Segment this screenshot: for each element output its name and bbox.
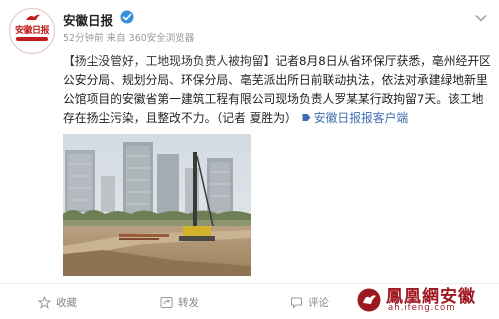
post-source: 来自 360安全浏览器 bbox=[106, 33, 195, 44]
post-hashtag[interactable]: 【扬尘没管好，工地现场负责人被拘留】 bbox=[63, 54, 275, 68]
comment-button[interactable]: 评论 bbox=[290, 294, 329, 310]
repost-icon bbox=[160, 296, 173, 308]
share-label: 转发 bbox=[178, 296, 199, 309]
ifeng-logo-icon bbox=[357, 288, 381, 312]
comment-icon bbox=[291, 297, 302, 309]
source-link[interactable]: 安徽日报报客户端 bbox=[314, 111, 408, 125]
avatar[interactable]: 安徽日报 bbox=[9, 8, 55, 54]
share-button[interactable]: 转发 bbox=[160, 294, 199, 310]
bird-logo-icon bbox=[26, 14, 40, 20]
favorite-label: 收藏 bbox=[56, 296, 77, 309]
post-body: 【扬尘没管好，工地现场负责人被拘留】记者8月8日从省环保厅获悉，亳州经开区公安分… bbox=[63, 52, 491, 128]
favorite-button[interactable]: 收藏 bbox=[38, 294, 77, 310]
comment-label: 评论 bbox=[308, 296, 329, 309]
chevron-down-icon[interactable] bbox=[475, 14, 487, 22]
avatar-logo-stripe bbox=[16, 37, 48, 41]
post-meta: 52分钟前 来自 360安全浏览器 bbox=[63, 30, 194, 44]
weibo-post: 安徽日报 安徽日报 52分钟前 来自 360安全浏览器 【扬尘没管好，工地现场负… bbox=[0, 0, 499, 319]
star-icon bbox=[38, 295, 51, 309]
post-photo[interactable] bbox=[63, 134, 251, 276]
link-icon bbox=[302, 114, 311, 121]
avatar-logo-text: 安徽日报 bbox=[14, 26, 50, 36]
verified-badge-icon bbox=[120, 10, 134, 24]
watermark-domain: ah.ifeng.com bbox=[388, 303, 456, 313]
account-name[interactable]: 安徽日报 bbox=[63, 10, 113, 29]
post-time: 52分钟前 bbox=[63, 33, 104, 44]
